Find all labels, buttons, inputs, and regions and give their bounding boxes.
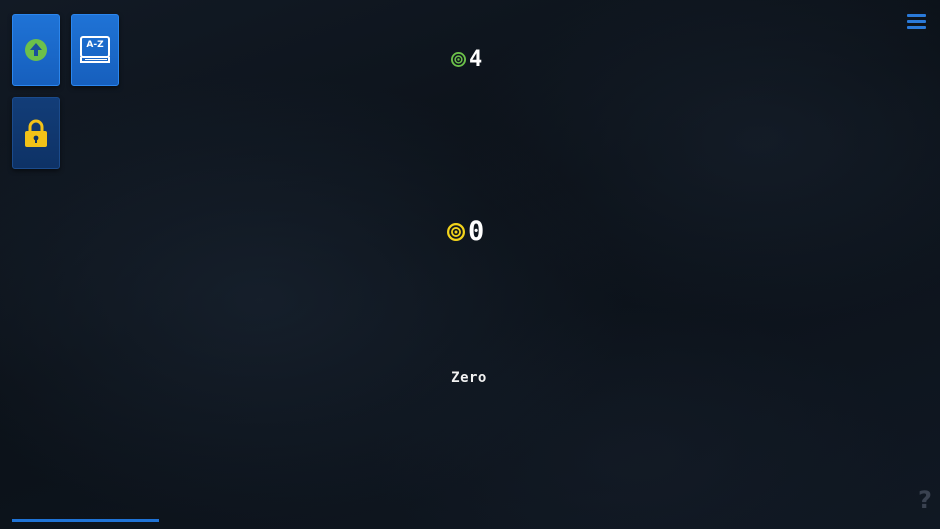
- padlock-icon: [25, 119, 47, 147]
- progress-fill: [12, 519, 159, 522]
- yellow-target-coin-icon: [447, 222, 465, 241]
- coin-count: 0: [468, 216, 485, 247]
- hamburger-menu-icon[interactable]: [907, 14, 926, 30]
- dictionary-button[interactable]: A-Z: [71, 14, 119, 86]
- book-label: A-Z: [86, 40, 104, 50]
- current-word: Zero: [451, 370, 487, 386]
- bonus-counter: 4: [451, 47, 482, 72]
- progress-bar: [12, 519, 928, 522]
- coin-counter: 0: [447, 216, 484, 247]
- arrow-up-circle-icon: [25, 39, 47, 61]
- green-target-coin-icon: [451, 52, 466, 67]
- lock-button[interactable]: [12, 97, 60, 169]
- upgrade-button[interactable]: [12, 14, 60, 86]
- bonus-count: 4: [469, 47, 483, 72]
- book-icon: A-Z: [79, 35, 111, 65]
- help-button[interactable]: ?: [918, 486, 932, 514]
- background: [0, 0, 940, 529]
